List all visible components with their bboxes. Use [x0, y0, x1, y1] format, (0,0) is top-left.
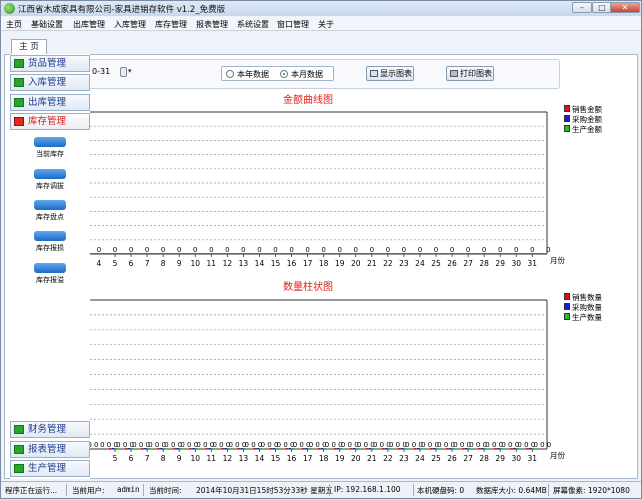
status-separator	[329, 484, 330, 496]
quantity-chart-title: 数量柱状图	[283, 282, 333, 293]
radio-year[interactable]	[226, 70, 234, 78]
green-square-icon	[14, 78, 24, 87]
stock-loss-label[interactable]: 库存报损	[10, 243, 90, 253]
tab-strip: 主 页	[1, 32, 641, 54]
minimize-button[interactable]: –	[572, 2, 592, 13]
sidebar-section-label: 报表管理	[28, 444, 67, 455]
green-square-icon	[14, 464, 24, 473]
status-disk: 本机硬盘码: 0	[417, 486, 465, 495]
status-user-label: 当前用户:	[72, 486, 105, 495]
print-chart-label: 打印图表	[460, 69, 492, 78]
menu-inbound[interactable]: 入库管理	[114, 19, 146, 30]
legend-swatch	[564, 105, 570, 112]
print-chart-button[interactable]: 打印图表	[446, 66, 494, 81]
sidebar-section-goods[interactable]: 货品管理	[10, 55, 90, 72]
stock-transfer-button[interactable]	[34, 169, 66, 179]
sidebar-section-label: 财务管理	[28, 424, 67, 435]
radio-year-label[interactable]: 本年数据	[237, 69, 269, 80]
sidebar-section-reports[interactable]: 报表管理	[10, 441, 90, 458]
menu-reports[interactable]: 报表管理	[196, 19, 228, 30]
menu-outbound[interactable]: 出库管理	[73, 19, 105, 30]
current-stock-label[interactable]: 当前库存	[10, 149, 90, 159]
menu-window[interactable]: 窗口管理	[277, 19, 309, 30]
status-separator	[413, 484, 414, 496]
date-spin-control[interactable]	[120, 67, 127, 77]
sidebar-section-label: 出库管理	[28, 97, 67, 108]
window-title: 江西省木成家具有限公司-家具进销存软件 v1.2_免费版	[18, 5, 226, 15]
status-ip: IP: 192.168.1.100	[334, 485, 401, 494]
stock-count-button[interactable]	[34, 200, 66, 210]
status-time-label: 当前时间:	[149, 486, 182, 495]
sidebar-section-inbound[interactable]: 入库管理	[10, 74, 90, 91]
green-square-icon	[14, 98, 24, 107]
radio-month-label[interactable]: 本月数据	[291, 69, 323, 80]
close-button[interactable]: ✕	[610, 2, 640, 13]
legend-swatch	[564, 313, 570, 320]
status-separator	[548, 484, 549, 496]
sidebar-section-finance[interactable]: 财务管理	[10, 421, 90, 438]
title-bar[interactable]: 江西省木成家具有限公司-家具进销存软件 v1.2_免费版 – □ ✕	[1, 1, 641, 16]
main-panel	[4, 54, 638, 479]
menu-inventory[interactable]: 库存管理	[155, 19, 187, 30]
current-stock-button[interactable]	[34, 137, 66, 147]
menu-home[interactable]: 主页	[6, 19, 22, 30]
stock-overflow-button[interactable]	[34, 263, 66, 273]
status-db-size: 数据库大小: 0.64MB	[476, 486, 547, 495]
show-chart-label: 显示图表	[380, 69, 412, 78]
status-time: 2014年10月31日15时53分33秒 星期五	[196, 486, 333, 495]
menu-about[interactable]: 关于	[318, 19, 334, 30]
sidebar: 货品管理 入库管理 出库管理 库存管理 当前库存 库存调拔 库存盘点 库存报损 …	[10, 54, 90, 479]
status-screen: 屏幕像素: 1920*1080	[553, 486, 630, 495]
green-square-icon	[14, 59, 24, 68]
menu-system-settings[interactable]: 系统设置	[237, 19, 269, 30]
app-window: 江西省木成家具有限公司-家具进销存软件 v1.2_免费版 – □ ✕ 主页 基础…	[0, 0, 642, 499]
radio-month[interactable]	[280, 70, 288, 78]
chart-icon	[370, 70, 378, 77]
date-range-field[interactable]: 0-31	[92, 67, 110, 76]
red-square-icon	[14, 117, 24, 126]
printer-icon	[450, 70, 458, 77]
legend-swatch	[564, 115, 570, 122]
menu-bar: 主页 基础设置 出库管理 入库管理 库存管理 报表管理 系统设置 窗口管理 关于	[1, 17, 641, 31]
status-user: admin	[117, 485, 140, 494]
sidebar-section-production[interactable]: 生产管理	[10, 460, 90, 477]
status-running: 程序正在运行...	[5, 486, 58, 495]
stock-transfer-label[interactable]: 库存调拔	[10, 181, 90, 191]
data-range-radio-group: 本年数据 本月数据	[221, 66, 334, 81]
maximize-button[interactable]: □	[592, 2, 612, 13]
legend-label: 生产金额	[572, 125, 602, 134]
legend-swatch	[564, 303, 570, 310]
sidebar-section-inventory[interactable]: 库存管理	[10, 113, 90, 130]
status-separator	[66, 484, 67, 496]
sidebar-section-label: 入库管理	[28, 77, 67, 88]
stock-loss-button[interactable]	[34, 231, 66, 241]
sidebar-section-label: 库存管理	[28, 116, 67, 127]
tab-home[interactable]: 主 页	[11, 39, 47, 54]
show-chart-button[interactable]: 显示图表	[366, 66, 414, 81]
stock-count-label[interactable]: 库存盘点	[10, 212, 90, 222]
menu-basic-settings[interactable]: 基础设置	[31, 19, 63, 30]
legend-swatch	[564, 293, 570, 300]
green-square-icon	[14, 425, 24, 434]
green-square-icon	[14, 445, 24, 454]
amount-chart-title: 金额曲线图	[283, 95, 333, 106]
sidebar-section-outbound[interactable]: 出库管理	[10, 94, 90, 111]
status-separator	[143, 484, 144, 496]
stock-overflow-label[interactable]: 库存报溢	[10, 275, 90, 285]
legend-label: 生产数量	[572, 313, 602, 322]
sidebar-section-label: 货品管理	[28, 58, 67, 69]
status-bar: 程序正在运行... 当前用户: admin 当前时间: 2014年10月31日1…	[1, 481, 641, 498]
app-logo-icon	[4, 3, 15, 14]
chevron-down-icon[interactable]: ▾	[128, 67, 132, 75]
sidebar-section-label: 生产管理	[28, 463, 67, 474]
legend-swatch	[564, 125, 570, 132]
